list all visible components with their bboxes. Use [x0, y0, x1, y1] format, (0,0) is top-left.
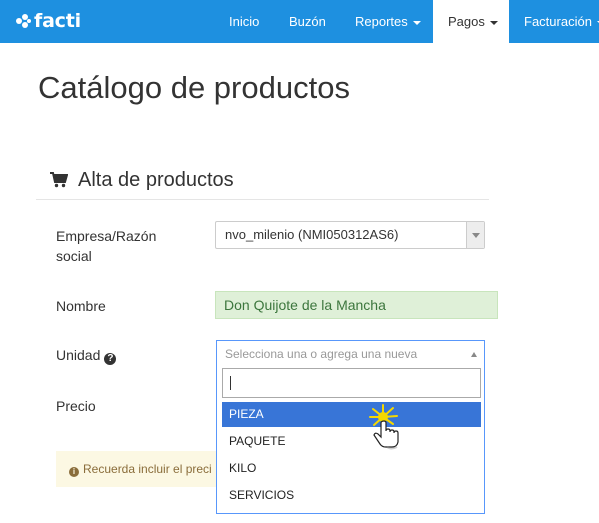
nav-buzon[interactable]: Buzón: [289, 0, 326, 43]
info-alert: i Recuerda incluir el preci: [56, 451, 216, 487]
nav-pagos-label: Pagos: [448, 14, 485, 29]
nav-buzon-label: Buzón: [289, 14, 326, 29]
nav-inicio[interactable]: Inicio: [229, 0, 259, 43]
unidad-label-row: Unidad?: [56, 345, 117, 365]
precio-label: Precio: [56, 398, 96, 414]
text-cursor: [230, 376, 231, 390]
nav-facturacion[interactable]: Facturación: [524, 0, 599, 43]
nav-inicio-label: Inicio: [229, 14, 260, 29]
nav-facturacion-label: Facturación: [524, 14, 592, 29]
empresa-selected-value: nvo_milenio (NMI050312AS6): [225, 227, 399, 242]
info-alert-text: Recuerda incluir el preci: [83, 462, 212, 476]
empresa-select[interactable]: nvo_milenio (NMI050312AS6): [215, 221, 485, 249]
section-heading: Alta de productos: [50, 166, 234, 194]
unidad-option-kilo[interactable]: KILO: [222, 456, 481, 481]
empresa-label: Empresa/Razón social: [56, 228, 157, 264]
nav-reportes-label: Reportes: [355, 14, 408, 29]
brand-name: facti: [34, 10, 81, 32]
question-circle-icon[interactable]: ?: [104, 353, 117, 365]
info-circle-icon: i: [69, 467, 79, 477]
unidad-dropdown: PIEZA PAQUETE KILO SERVICIOS: [216, 367, 485, 514]
hand-pointer-cursor-icon: [369, 404, 399, 450]
nombre-label: Nombre: [56, 298, 106, 314]
chevron-down-icon: [412, 20, 421, 25]
unidad-label: Unidad: [56, 347, 101, 363]
unidad-option-pieza[interactable]: PIEZA: [222, 402, 481, 427]
chevron-down-icon: [472, 233, 480, 238]
unidad-option-servicios[interactable]: SERVICIOS: [222, 483, 481, 508]
unidad-placeholder: Selecciona una o agrega una nueva: [225, 347, 418, 361]
chevron-up-icon: [471, 352, 477, 357]
nav-pagos[interactable]: Pagos: [433, 0, 509, 43]
unidad-option-paquete[interactable]: PAQUETE: [222, 429, 481, 454]
top-navbar: facti Inicio Buzón Reportes Pagos Factur…: [0, 0, 599, 43]
shopping-cart-icon: [50, 172, 68, 188]
empresa-select-arrow[interactable]: [466, 222, 484, 248]
unidad-select[interactable]: Selecciona una o agrega una nueva: [216, 340, 485, 367]
brand-logo[interactable]: facti: [14, 9, 81, 33]
section-divider: [36, 199, 489, 200]
section-title: Alta de productos: [78, 168, 234, 191]
chevron-down-icon: [489, 20, 498, 25]
page-title: Catálogo de productos: [38, 70, 350, 105]
unidad-search-input[interactable]: [222, 368, 481, 398]
nav-reportes[interactable]: Reportes: [355, 0, 421, 43]
nombre-input[interactable]: Don Quijote de la Mancha: [215, 291, 498, 319]
facti-logo-icon: [16, 14, 31, 28]
